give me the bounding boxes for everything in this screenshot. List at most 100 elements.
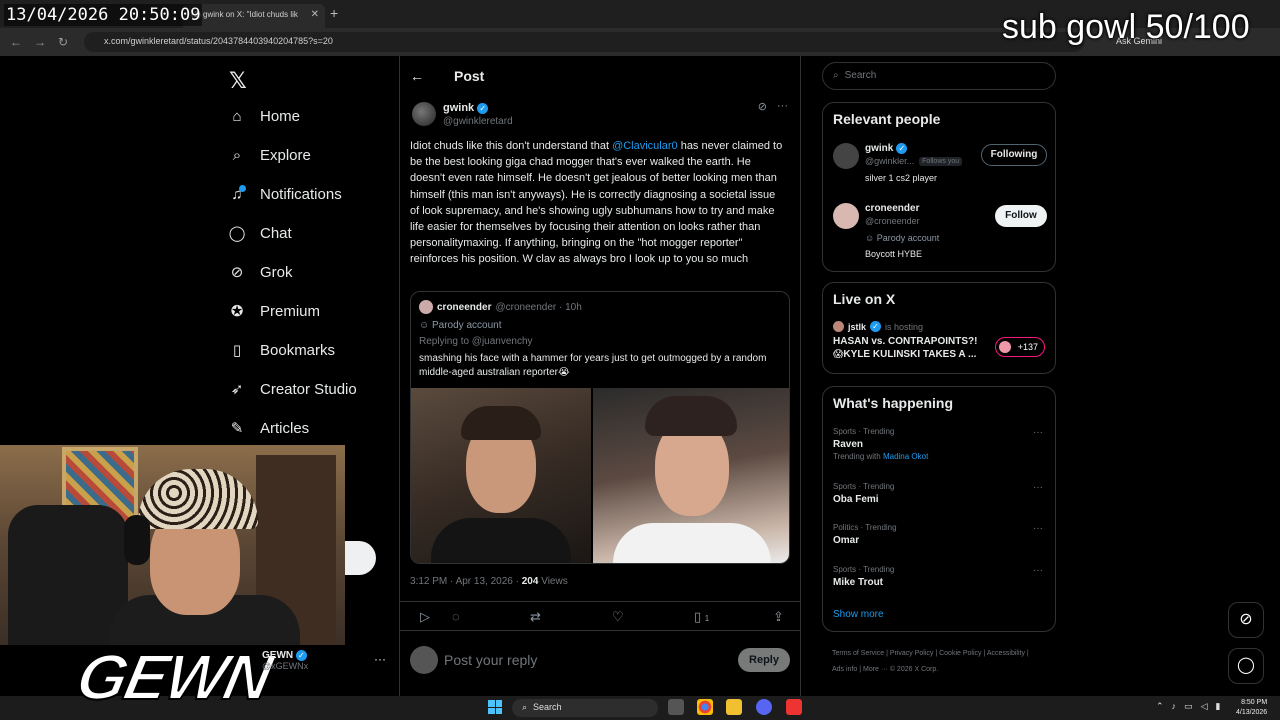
nav-explore[interactable]: ⌕ Explore [228, 142, 311, 168]
author-name[interactable]: gwink ✓ [443, 102, 489, 114]
taskbar-clock[interactable]: 8:50 PM 4/13/2026 [1236, 698, 1267, 718]
verified-badge-icon: ✓ [870, 321, 882, 332]
more-icon[interactable]: ··· [1033, 482, 1043, 493]
discord-icon[interactable] [756, 699, 772, 715]
follow-button[interactable]: Follow [995, 205, 1047, 227]
nav-label: Articles [260, 419, 310, 437]
trend-item[interactable]: Sports · Trending Oba Femi ··· [833, 482, 1047, 505]
like-icon[interactable]: ♡ [612, 609, 624, 625]
url-field[interactable]: x.com/gwinkleretard/status/2043784403940… [84, 32, 1084, 52]
person-avatar [833, 203, 859, 229]
network-icon[interactable]: ▭ [1184, 701, 1193, 712]
relevant-people-card: Relevant people gwink ✓ @gwinkler... Follo… [822, 102, 1056, 272]
grok-float-icon[interactable]: ⊘ [1228, 602, 1264, 638]
rocket-icon: ➶ [230, 381, 244, 398]
search-input[interactable]: ⌕ Search [822, 62, 1056, 90]
x-logo-icon[interactable]: 𝕏 [229, 68, 247, 94]
show-more-link[interactable]: Show more [833, 609, 884, 620]
verified-badge-icon: ✓ [477, 102, 489, 114]
quote-image-left[interactable] [411, 388, 591, 563]
mask-icon: ☺ [865, 233, 875, 243]
app-icon[interactable] [786, 699, 802, 715]
grok-icon: ⊘ [230, 264, 244, 281]
back-icon[interactable]: ← [10, 35, 22, 49]
person-item[interactable]: gwink ✓ @gwinkler... Follows you silver 1 … [833, 143, 1047, 193]
post-meta: 3:12 PM · Apr 13, 2026 · 204 Views [410, 576, 568, 587]
reply-input[interactable]: Post your reply [444, 652, 537, 668]
nav-articles[interactable]: ✎ Articles [228, 415, 309, 441]
headset-shape [124, 515, 150, 565]
chat-icon: ◯ [228, 225, 246, 242]
windows-start-icon[interactable] [488, 700, 502, 714]
nav-label: Home [260, 107, 301, 125]
quoted-post[interactable]: croneender @croneender · 10h ☺ Parody ac… [410, 291, 790, 564]
nav-label: Bookmarks [260, 341, 336, 359]
live-host[interactable]: jstlk ✓ is hosting [833, 321, 923, 332]
quote-image-right[interactable] [593, 388, 789, 563]
mask-icon: ☺ [419, 320, 430, 331]
nav-notifications[interactable]: ♫ Notifications [228, 181, 342, 207]
chrome-icon[interactable] [697, 699, 713, 715]
trend-item[interactable]: Sports · Trending Raven Trending with Ma… [833, 427, 1047, 461]
bookmark-icon: ▯ [232, 342, 242, 359]
search-icon: ⌕ [232, 146, 242, 164]
battery-icon[interactable]: ▮ [1215, 701, 1220, 712]
author-avatar[interactable] [412, 102, 436, 126]
view-icon[interactable]: ▷ [420, 609, 430, 625]
more-icon[interactable]: ··· [1033, 523, 1043, 534]
footer-links[interactable]: Terms of Service | Privacy Policy | Cook… [832, 646, 1042, 678]
system-tray[interactable]: ⌃ ♪ ▭ ◁ ▮ [1156, 701, 1220, 712]
grok-explain-icon[interactable]: ⊘ [758, 100, 767, 113]
close-tab-icon[interactable]: ✕ [311, 9, 319, 20]
browser-tab[interactable]: (1) gwink on X: "Idiot chuds lik ✕ [183, 4, 325, 28]
leopard-cap [138, 469, 258, 529]
folder-icon[interactable] [726, 699, 742, 715]
nav-creator-studio[interactable]: ➶ Creator Studio [228, 376, 357, 402]
replying-to: Replying to @juanvenchy [419, 336, 533, 347]
account-more-icon[interactable]: ··· [374, 652, 386, 666]
live-stream-title[interactable]: HASAN vs. CONTRAPOINTS?! 😱KYLE KULINSKI … [833, 335, 983, 361]
task-view-icon[interactable] [668, 699, 684, 715]
articles-icon: ✎ [230, 420, 244, 437]
mic-icon[interactable]: ♪ [1172, 701, 1177, 712]
nav-home[interactable]: ⌂ Home [228, 103, 300, 129]
repost-icon[interactable]: ⇄ [530, 609, 541, 625]
author-handle[interactable]: @gwinkleretard [443, 116, 513, 127]
reply-icon[interactable]: ◌ [452, 609, 460, 624]
person-name: croneender [865, 203, 920, 214]
nav-chat[interactable]: ◯ Chat [228, 220, 292, 246]
home-icon: ⌂ [232, 107, 242, 125]
more-options-icon[interactable]: ··· [777, 100, 788, 113]
new-tab-icon[interactable]: + [330, 5, 338, 21]
more-icon[interactable]: ··· [1033, 427, 1043, 438]
nav-bookmarks[interactable]: ▯ Bookmarks [228, 337, 335, 363]
nav-premium[interactable]: ✪ Premium [228, 298, 320, 324]
post-header: ← Post [410, 68, 484, 84]
back-arrow-icon[interactable]: ← [410, 68, 424, 84]
share-icon[interactable]: ⇪ [773, 609, 784, 625]
chevron-up-icon[interactable]: ⌃ [1156, 701, 1164, 712]
mention-link[interactable]: @Clavicular0 [612, 140, 678, 152]
reply-button[interactable]: Reply [738, 648, 790, 672]
live-listener-count[interactable]: +137 [995, 337, 1045, 357]
messages-float-icon[interactable]: ◯ [1228, 648, 1264, 684]
nav-label: Grok [260, 263, 293, 281]
account-switcher[interactable]: GEWN ✓ @xGEWNx [262, 650, 308, 671]
verified-badge-icon: ✓ [295, 650, 307, 661]
trend-item[interactable]: Sports · Trending Mike Trout ··· [833, 565, 1047, 588]
taskbar-search[interactable]: ⌕ Search [512, 699, 658, 717]
quote-header: croneender @croneender · 10h [419, 300, 582, 314]
whats-happening-card: What's happening Sports · Trending Raven… [822, 386, 1056, 632]
person-item[interactable]: croneender @croneender ☺ Parody account … [833, 203, 1047, 263]
forward-icon[interactable]: → [34, 35, 46, 49]
volume-icon[interactable]: ◁ [1201, 701, 1208, 712]
nav-label: Chat [260, 224, 292, 242]
reload-icon[interactable]: ↻ [58, 35, 68, 49]
more-icon[interactable]: ··· [1033, 565, 1043, 576]
following-button[interactable]: Following [981, 144, 1047, 166]
trend-item[interactable]: Politics · Trending Omar ··· [833, 523, 1047, 546]
card-title: What's happening [833, 395, 953, 411]
person-name: gwink ✓ [865, 143, 908, 154]
nav-grok[interactable]: ⊘ Grok [228, 259, 293, 285]
bookmark-action[interactable]: ▯ 1 [694, 609, 709, 625]
